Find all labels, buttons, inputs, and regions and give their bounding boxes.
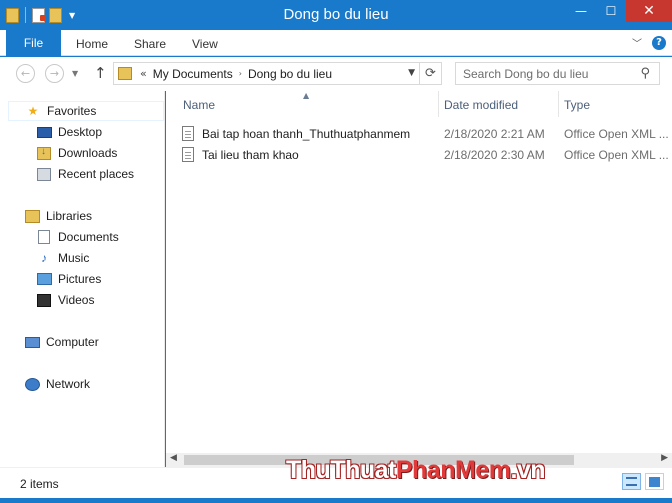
document-icon bbox=[182, 147, 194, 162]
large-icons-view-button[interactable] bbox=[645, 473, 664, 490]
file-date-modified: 2/18/2020 2:30 AM bbox=[444, 147, 545, 162]
sidebar-item-pictures[interactable]: Pictures bbox=[36, 269, 101, 289]
sidebar-item-label: Favorites bbox=[47, 104, 97, 118]
sidebar-item-label: Pictures bbox=[58, 272, 102, 286]
back-arrow-icon: ← bbox=[20, 67, 31, 80]
refresh-button[interactable]: ⟳ bbox=[420, 62, 442, 85]
file-row[interactable]: Bai tap hoan thanh_Thuthuatphanmem 2/18/… bbox=[182, 123, 672, 144]
minimize-button[interactable]: — bbox=[566, 0, 596, 22]
address-dropdown-icon[interactable]: ▼ bbox=[408, 68, 415, 78]
documents-icon bbox=[36, 230, 52, 244]
music-icon: ♪ bbox=[41, 251, 47, 265]
libraries-icon bbox=[24, 209, 40, 223]
downloads-icon bbox=[36, 146, 52, 160]
watermark-text: ThuThuat bbox=[286, 456, 396, 484]
sidebar-item-label: Music bbox=[58, 251, 90, 265]
folder-icon bbox=[118, 67, 132, 80]
network-icon bbox=[24, 377, 40, 391]
window-controls: — ☐ ✕ bbox=[566, 0, 672, 22]
tab-share[interactable]: Share bbox=[134, 37, 166, 51]
document-icon bbox=[182, 126, 194, 141]
navigation-pane: ★ Favorites Desktop Downloads Recent pla… bbox=[0, 91, 165, 467]
sidebar-item-label: Libraries bbox=[46, 209, 93, 223]
maximize-icon: ☐ bbox=[605, 4, 617, 18]
breadcrumb-separator-icon[interactable]: › bbox=[239, 69, 242, 78]
tab-view[interactable]: View bbox=[192, 37, 218, 51]
column-header-name[interactable]: Name bbox=[183, 91, 438, 119]
item-count: 2 items bbox=[20, 477, 59, 491]
column-divider[interactable] bbox=[558, 91, 559, 117]
column-divider[interactable] bbox=[438, 91, 439, 117]
scroll-right-icon[interactable]: ▶ bbox=[661, 453, 668, 463]
sidebar-item-network[interactable]: Network bbox=[24, 374, 90, 394]
ribbon-controls: ﹀ ? bbox=[632, 35, 666, 50]
address-overflow[interactable]: « bbox=[140, 67, 147, 80]
sidebar-item-label: Videos bbox=[58, 293, 95, 307]
forward-button[interactable]: → bbox=[45, 64, 64, 83]
view-switcher bbox=[622, 473, 664, 490]
refresh-icon: ⟳ bbox=[425, 66, 436, 81]
tab-file[interactable]: File bbox=[6, 30, 61, 56]
details-view-icon bbox=[626, 477, 637, 486]
watermark-text: PhanMem bbox=[395, 456, 511, 484]
star-icon: ★ bbox=[27, 104, 39, 118]
sidebar-item-label: Documents bbox=[58, 230, 119, 244]
computer-icon bbox=[24, 335, 40, 349]
sidebar-item-label: Network bbox=[46, 377, 91, 391]
desktop-icon bbox=[36, 125, 52, 139]
search-input[interactable] bbox=[463, 66, 633, 81]
tab-home[interactable]: Home bbox=[76, 37, 108, 51]
help-icon[interactable]: ? bbox=[652, 35, 666, 50]
file-name: Bai tap hoan thanh_Thuthuatphanmem bbox=[202, 126, 411, 141]
forward-arrow-icon: → bbox=[49, 67, 60, 80]
large-icons-view-icon bbox=[649, 476, 660, 487]
back-button[interactable]: ← bbox=[16, 64, 35, 83]
sidebar-item-computer[interactable]: Computer bbox=[24, 332, 99, 352]
close-icon: ✕ bbox=[643, 3, 655, 19]
details-view-button[interactable] bbox=[622, 473, 641, 490]
status-bar: 2 items ThuThuatPhanMem.vn bbox=[0, 456, 672, 498]
sidebar-item-documents[interactable]: Documents bbox=[36, 227, 119, 247]
expand-ribbon-chevron-icon[interactable]: ﹀ bbox=[632, 35, 642, 50]
sidebar-item-recent-places[interactable]: Recent places bbox=[36, 164, 134, 184]
file-row[interactable]: Tai lieu tham khao 2/18/2020 2:30 AM Off… bbox=[182, 144, 672, 165]
sidebar-item-desktop[interactable]: Desktop bbox=[36, 122, 102, 142]
file-type: Office Open XML ... bbox=[564, 147, 669, 162]
column-header-type[interactable]: Type bbox=[564, 91, 672, 119]
sidebar-item-favorites[interactable]: ★ Favorites bbox=[8, 101, 164, 121]
up-button[interactable]: ↑ bbox=[94, 64, 107, 82]
sidebar-item-videos[interactable]: Videos bbox=[36, 290, 94, 310]
maximize-button[interactable]: ☐ bbox=[596, 0, 626, 22]
breadcrumb-current-folder[interactable]: Dong bo du lieu bbox=[248, 67, 332, 81]
close-button[interactable]: ✕ bbox=[626, 0, 672, 22]
recent-locations-dropdown-icon[interactable]: ▼ bbox=[72, 69, 78, 78]
sidebar-item-label: Desktop bbox=[58, 125, 103, 139]
videos-icon bbox=[36, 293, 52, 307]
file-date-modified: 2/18/2020 2:21 AM bbox=[444, 126, 545, 141]
sidebar-item-label: Computer bbox=[46, 335, 99, 349]
sidebar-item-label: Downloads bbox=[58, 146, 118, 160]
column-header-date-modified[interactable]: Date modified bbox=[444, 91, 558, 119]
sidebar-item-libraries[interactable]: Libraries bbox=[24, 206, 92, 226]
file-list: ▲ Name Date modified Type Bai tap hoan t… bbox=[166, 91, 672, 467]
recent-places-icon bbox=[36, 167, 52, 181]
sidebar-item-label: Recent places bbox=[58, 167, 135, 181]
scroll-left-icon[interactable]: ◀ bbox=[170, 453, 177, 463]
file-type: Office Open XML ... bbox=[564, 126, 669, 141]
file-name: Tai lieu tham khao bbox=[202, 147, 299, 162]
ribbon: File Home Share View ﹀ ? bbox=[0, 30, 672, 56]
search-icon[interactable]: ⚲ bbox=[640, 66, 650, 81]
navigation-bar: ← → ▼ ↑ « My Documents › Dong bo du lieu… bbox=[0, 57, 672, 91]
address-bar[interactable]: « My Documents › Dong bo du lieu ▼ bbox=[113, 62, 420, 85]
watermark-logo: ThuThuatPhanMem.vn bbox=[286, 456, 546, 485]
explorer-window: ▼ Dong bo du lieu — ☐ ✕ File Home Share … bbox=[0, 0, 672, 503]
search-box: ⚲ bbox=[455, 62, 660, 85]
title-bar: ▼ Dong bo du lieu — ☐ ✕ bbox=[0, 0, 672, 30]
minimize-icon: — bbox=[575, 4, 587, 18]
pictures-icon bbox=[36, 272, 52, 286]
breadcrumb-my-documents[interactable]: My Documents bbox=[153, 67, 233, 81]
sidebar-item-music[interactable]: ♪ Music bbox=[36, 248, 89, 268]
watermark-text: .vn bbox=[510, 456, 546, 484]
sidebar-item-downloads[interactable]: Downloads bbox=[36, 143, 117, 163]
